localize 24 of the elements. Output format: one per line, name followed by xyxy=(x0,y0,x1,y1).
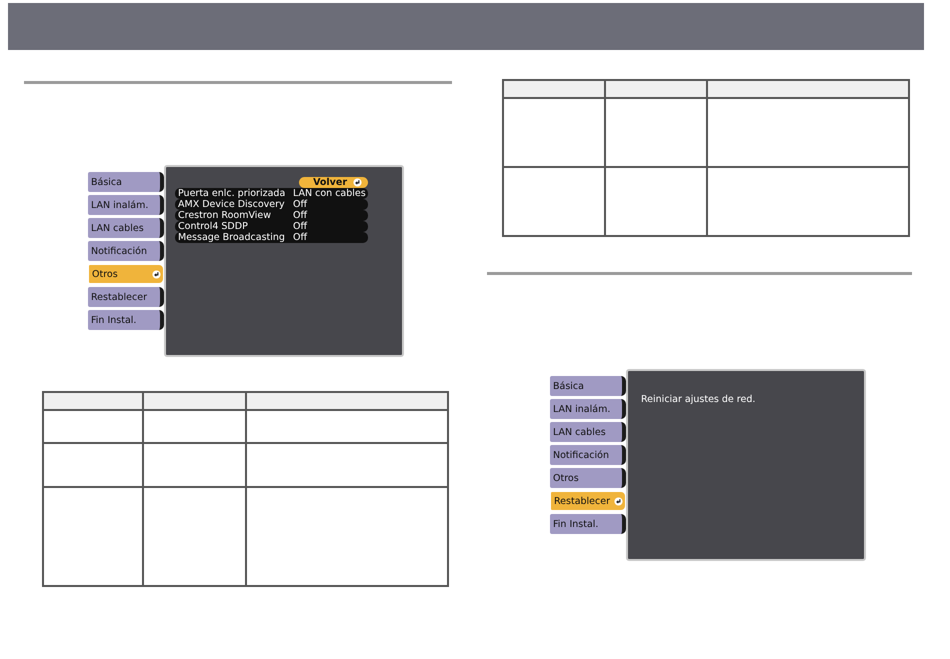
menu-tab[interactable]: Otros xyxy=(88,264,164,284)
menu-tab[interactable]: Restablecer xyxy=(550,491,626,511)
menu-tab[interactable]: Notificación xyxy=(550,445,626,465)
setting-row[interactable]: Crestron RoomView Off xyxy=(175,210,368,221)
enter-icon xyxy=(614,496,623,506)
menu-tab[interactable]: Fin Instal. xyxy=(88,310,164,330)
menu-tab[interactable]: Fin Instal. xyxy=(550,514,626,534)
enter-icon xyxy=(353,178,362,187)
setting-row[interactable]: Puerta enlc. priorizada LAN con cables xyxy=(175,188,368,199)
menu-tab[interactable]: LAN cables xyxy=(550,422,626,442)
menu-tab[interactable]: LAN inalám. xyxy=(88,195,164,215)
menu-tab[interactable]: Otros xyxy=(550,468,626,488)
menu-tab[interactable]: Notificación xyxy=(88,241,164,261)
message-text: Reiniciar ajustes de red. xyxy=(641,394,756,405)
menu-tab[interactable]: Básica xyxy=(88,172,164,192)
menu-tab[interactable]: Restablecer xyxy=(88,287,164,307)
setting-row[interactable]: AMX Device Discovery Off xyxy=(175,199,368,210)
menu-tab[interactable]: LAN cables xyxy=(88,218,164,238)
back-button[interactable]: Volver xyxy=(299,177,368,188)
enter-icon xyxy=(152,270,161,278)
menu-tab[interactable]: Básica xyxy=(550,376,626,396)
setting-row[interactable]: Control4 SDDP Off xyxy=(175,221,368,232)
setting-row[interactable]: Message Broadcasting Off xyxy=(175,232,368,243)
menu-tab[interactable]: LAN inalám. xyxy=(550,399,626,419)
